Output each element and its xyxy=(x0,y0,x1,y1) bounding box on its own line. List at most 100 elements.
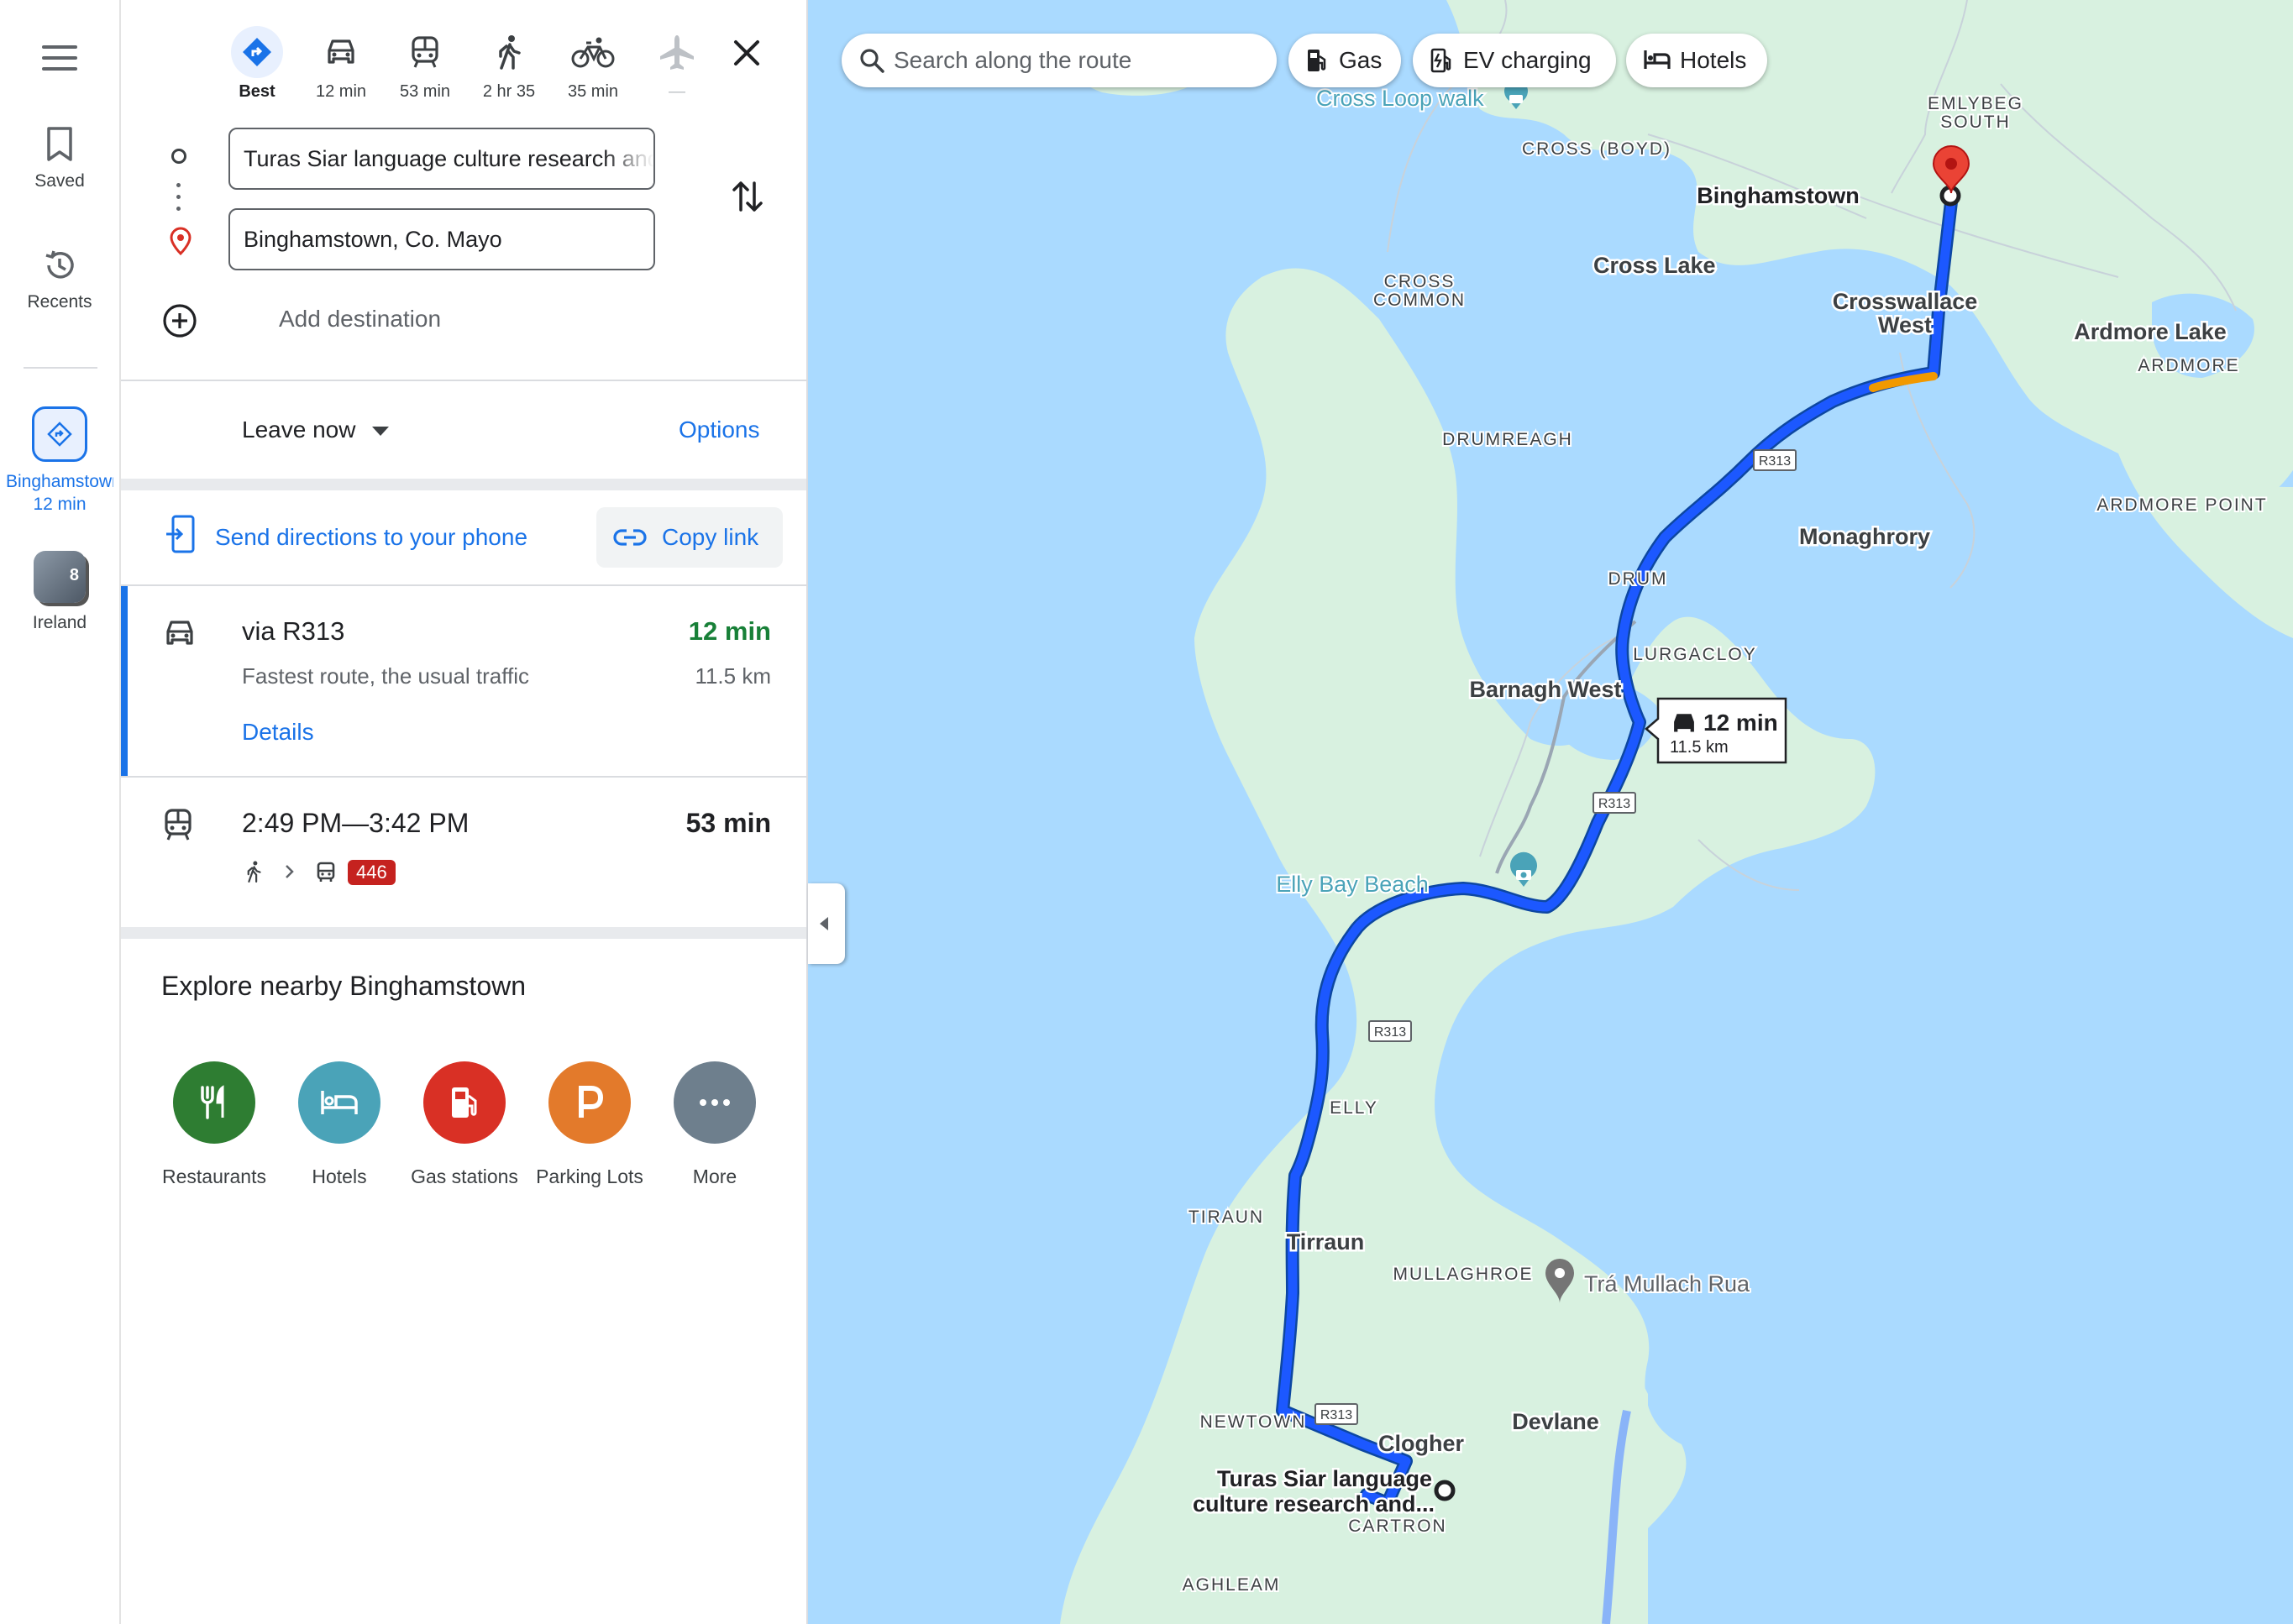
mode-transit-label: 53 min xyxy=(399,82,451,101)
label-newtown: NEWTOWN xyxy=(1200,1412,1307,1432)
destination-input[interactable]: Binghamstown, Co. Mayo xyxy=(228,208,655,270)
divider xyxy=(121,380,806,381)
route-option-transit[interactable]: 2:49 PM—3:42 PM 53 min 446 xyxy=(121,778,806,927)
svg-text:R313: R313 xyxy=(1374,1025,1406,1040)
route-end-dot xyxy=(1434,1480,1456,1501)
label-cross-common: CROSS xyxy=(1384,272,1456,291)
send-to-phone-label: Send directions to your phone xyxy=(215,524,528,550)
destination-pin-icon xyxy=(170,227,192,255)
bubble-time: 12 min xyxy=(1703,710,1778,736)
caret-down-icon xyxy=(372,427,390,437)
swap-icon[interactable] xyxy=(731,176,764,217)
chip-gas[interactable]: Gas xyxy=(1288,34,1401,87)
mode-flight-label: — xyxy=(669,82,685,101)
transit-icon xyxy=(165,809,192,841)
label-tra-mullach: Trá Mullach Rua xyxy=(1584,1271,1750,1297)
svg-text:R313: R313 xyxy=(1598,797,1630,811)
label-crosswallace: Crosswallace xyxy=(1833,289,1978,314)
bubble-distance: 11.5 km xyxy=(1670,738,1729,757)
leave-now-dropdown[interactable]: Leave now xyxy=(242,416,390,443)
mode-transit[interactable]: 53 min xyxy=(383,27,467,102)
route-duration-bubble[interactable]: 12 min 11.5 km xyxy=(1645,697,1787,764)
route-dots xyxy=(176,183,181,218)
copy-link-button[interactable]: Copy link xyxy=(596,507,783,568)
mode-flight[interactable]: — xyxy=(635,27,719,102)
chip-hotels[interactable]: Hotels xyxy=(1626,34,1767,87)
label-elly: ELLY xyxy=(1330,1098,1378,1118)
trip-time: 12 min xyxy=(33,495,87,514)
mode-best[interactable]: Best xyxy=(215,26,299,102)
parking-icon xyxy=(548,1061,631,1144)
label-cross-lake: Cross Lake xyxy=(1593,253,1716,278)
route-option-driving[interactable]: via R313 Fastest route, the usual traffi… xyxy=(121,586,806,776)
more-icon xyxy=(674,1061,756,1144)
travel-mode-bar: Best 12 min 53 min 2 hr 35 35 min — xyxy=(121,0,806,109)
map-canvas[interactable]: R313 R313 R313 R313 12 min 11.5 km Cross… xyxy=(808,0,2293,1624)
category-restaurants[interactable]: Restaurants xyxy=(151,1061,277,1188)
search-icon xyxy=(860,49,884,73)
mode-cycling-label: 35 min xyxy=(567,82,619,101)
label-turas: Turas Siar language xyxy=(1217,1466,1432,1491)
bookmark-icon xyxy=(47,127,72,161)
label-emlybeg: EMLYBEG xyxy=(1928,94,2023,113)
transit-icon xyxy=(412,36,438,68)
label-barnagh: Barnagh West xyxy=(1469,677,1621,702)
collapse-arrow-icon xyxy=(820,917,828,930)
divider xyxy=(121,927,806,939)
saved-button[interactable]: Saved xyxy=(0,126,119,191)
close-icon[interactable] xyxy=(726,32,768,74)
add-circle-icon xyxy=(163,304,197,338)
transit-times: 2:49 PM—3:42 PM xyxy=(242,808,470,838)
mode-walking[interactable]: 2 hr 35 xyxy=(467,27,551,102)
rail-divider xyxy=(24,367,97,369)
details-link[interactable]: Details xyxy=(242,719,314,746)
photos-label: Ireland xyxy=(32,613,87,632)
chevron-right-icon xyxy=(286,865,294,878)
active-trip-button[interactable]: Binghamstown 12 min xyxy=(0,406,119,516)
photos-button[interactable]: 8 Ireland xyxy=(0,551,119,633)
svg-text:R313: R313 xyxy=(1320,1408,1352,1422)
directions-icon xyxy=(243,38,271,66)
phone-send-icon xyxy=(166,515,195,553)
label-emlybeg-2: SOUTH xyxy=(1940,113,2011,132)
recents-button[interactable]: Recents xyxy=(0,247,119,312)
label-cross-common-2: COMMON xyxy=(1373,291,1466,310)
label-tiraun: TIRAUN xyxy=(1188,1208,1264,1227)
origin-dot-icon xyxy=(171,149,186,164)
label-drum: DRUM xyxy=(1608,569,1668,589)
photo-count: 8 xyxy=(69,566,79,584)
saved-label: Saved xyxy=(34,171,85,191)
mode-walking-label: 2 hr 35 xyxy=(482,82,536,101)
gas-pump-icon xyxy=(1308,50,1326,71)
options-link[interactable]: Options xyxy=(679,416,760,443)
category-hotels[interactable]: Hotels xyxy=(276,1061,402,1188)
destination-input-value: Binghamstown, Co. Mayo xyxy=(244,227,502,252)
label-crosswallace-2: West xyxy=(1878,312,1932,338)
origin-input[interactable]: Turas Siar language culture research and… xyxy=(228,128,655,190)
label-tirraun: Tirraun xyxy=(1287,1229,1365,1255)
chip-ev-charging[interactable]: EV charging xyxy=(1413,34,1616,87)
recents-label: Recents xyxy=(27,292,92,312)
add-destination-button[interactable]: Add destination xyxy=(161,301,665,339)
add-destination-label: Add destination xyxy=(279,306,442,332)
category-gas-stations[interactable]: Gas stations xyxy=(401,1061,527,1188)
category-label: Gas stations xyxy=(411,1166,518,1187)
collapse-panel-button[interactable] xyxy=(808,883,845,964)
fork-knife-icon xyxy=(173,1061,255,1144)
category-more[interactable]: More xyxy=(652,1061,778,1188)
directions-icon xyxy=(47,422,72,447)
trip-icon-box xyxy=(32,406,87,462)
category-parking[interactable]: Parking Lots xyxy=(527,1061,653,1188)
mode-cycling[interactable]: 35 min xyxy=(551,27,635,102)
flight-icon xyxy=(660,35,694,70)
chip-label: EV charging xyxy=(1463,47,1592,73)
route-name: via R313 xyxy=(242,616,345,646)
gas-pump-icon xyxy=(423,1061,506,1144)
transit-duration: 53 min xyxy=(685,808,771,838)
menu-icon[interactable] xyxy=(42,45,77,71)
mode-driving[interactable]: 12 min xyxy=(299,27,383,102)
category-label: Parking Lots xyxy=(536,1166,643,1187)
label-monaghrory: Monaghrory xyxy=(1799,524,1930,549)
search-placeholder: Search along the route xyxy=(894,47,1132,73)
search-along-route-input[interactable]: Search along the route xyxy=(842,34,1277,87)
